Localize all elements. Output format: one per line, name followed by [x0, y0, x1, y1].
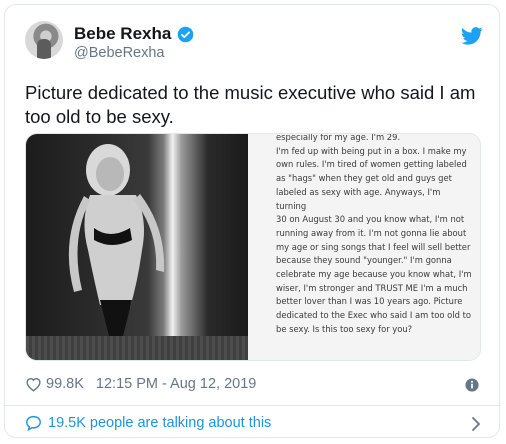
- heart-icon: [26, 378, 41, 392]
- notes-line: my age or sing songs that I feel will se…: [276, 241, 471, 252]
- conversation-link[interactable]: 19.5K people are talking about this: [25, 415, 271, 431]
- notes-line: wiser, I'm stronger and TRUST ME I'm a m…: [276, 282, 468, 293]
- author-name-row: Bebe Rexha: [74, 24, 194, 44]
- counter-surface: [26, 336, 248, 360]
- like-count: 99.8K: [46, 376, 84, 392]
- notes-line: labeled as sexy with age. Anyways, I'm t…: [276, 186, 441, 211]
- notes-line: I'm fed up with being put in a box. I ma…: [276, 145, 467, 156]
- woman-figure-image: [68, 144, 165, 340]
- tweet-timestamp[interactable]: 12:15 PM - Aug 12, 2019: [96, 376, 256, 392]
- chevron-right-icon[interactable]: [471, 417, 481, 431]
- comment-bubble-icon: [26, 415, 41, 431]
- author-name[interactable]: Bebe Rexha: [74, 24, 171, 44]
- notes-text: especially for my age. I'm 29. I'm fed u…: [276, 133, 472, 337]
- notes-line: especially for my age. I'm 29.: [276, 133, 401, 142]
- notes-line: 30 on August 30 and you know what, I'm n…: [276, 214, 465, 225]
- divider: [5, 405, 499, 406]
- notes-line: be sexy. Is this too sexy for you?: [276, 323, 413, 334]
- tweet-text: Picture dedicated to the music executive…: [25, 82, 476, 127]
- notes-screenshot: especially for my age. I'm 29. I'm fed u…: [248, 133, 480, 360]
- photo-image: [26, 134, 248, 360]
- info-icon[interactable]: [465, 378, 479, 392]
- verified-badge-icon: [178, 26, 194, 42]
- tweet-media[interactable]: especially for my age. I'm 29. I'm fed u…: [25, 133, 481, 361]
- notes-line: running away from it. I'm not gonna lie …: [276, 227, 467, 238]
- author-handle[interactable]: @BebeRexha: [74, 45, 165, 61]
- notes-line: as "hags" when they get old and guys get: [276, 173, 452, 184]
- twitter-bird-icon[interactable]: [461, 27, 483, 45]
- avatar[interactable]: [25, 21, 63, 59]
- notes-line: celebrate my age because you know what, …: [276, 269, 472, 280]
- notes-line: own rules. I'm tired of women getting la…: [276, 159, 467, 170]
- avatar-figure: [37, 39, 51, 59]
- tweet-card: Bebe Rexha @BebeRexha Picture dedicated …: [4, 4, 500, 438]
- tweet-meta: 99.8K 12:15 PM - Aug 12, 2019: [25, 376, 256, 392]
- notes-line: dedicated to the Exec who said I am too …: [276, 310, 472, 321]
- notes-line: better lover than I was 10 years ago. Pi…: [276, 296, 463, 307]
- conversation-count: 19.5K people are talking about this: [48, 415, 272, 431]
- like-button[interactable]: 99.8K: [25, 376, 84, 392]
- notes-line: because they sound "younger." I'm gonna: [276, 255, 452, 266]
